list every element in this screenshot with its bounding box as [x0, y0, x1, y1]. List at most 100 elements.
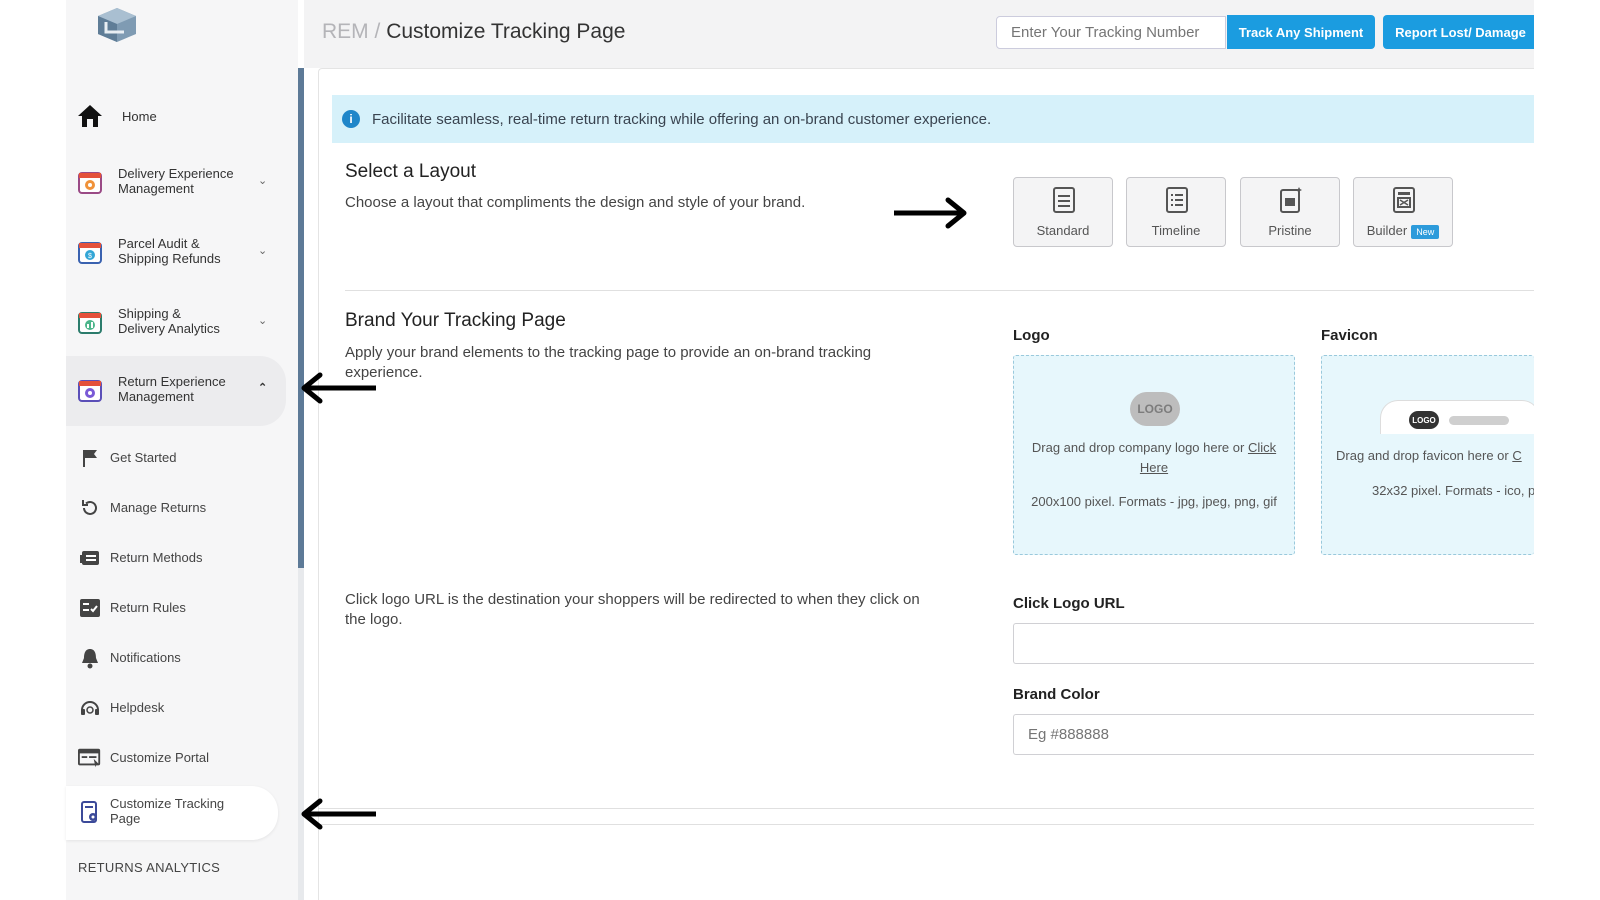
- favicon-tab-preview: LOGO: [1380, 400, 1540, 434]
- sidebar-item-shipping-analytics[interactable]: Shipping & Delivery Analytics ⌄: [66, 300, 286, 344]
- sidebar-subitem-notifications[interactable]: Notifications: [66, 634, 278, 682]
- sidebar-subitem-return-methods[interactable]: Return Methods: [66, 534, 278, 582]
- pristine-icon: [1280, 187, 1302, 213]
- logo-label: Logo: [1013, 327, 1050, 344]
- track-any-shipment-button[interactable]: Track Any Shipment: [1227, 15, 1375, 49]
- left-margin: [0, 0, 66, 900]
- arrow-left-annotation-icon: [301, 798, 376, 830]
- sidebar-subitem-label: Customize Portal: [110, 750, 209, 765]
- sidebar-subitem-get-started[interactable]: Get Started: [66, 434, 278, 482]
- breadcrumb-separator: /: [368, 20, 387, 43]
- logo-click-here-link[interactable]: Click: [1248, 440, 1276, 455]
- sidebar-subitem-label: Return Methods: [110, 550, 203, 565]
- logo-placeholder-text: LOGO: [1137, 402, 1173, 416]
- sidebar-item-label: Delivery Experience: [118, 166, 234, 181]
- sidebar-scrollbar-track[interactable]: [298, 568, 304, 900]
- tracking-number-input[interactable]: [996, 16, 1226, 49]
- sidebar-item-label: Management: [118, 389, 194, 404]
- new-badge: New: [1411, 224, 1440, 239]
- audit-icon: $: [76, 238, 104, 266]
- click-logo-description-line: the logo.: [345, 611, 403, 628]
- sidebar-item-return-experience[interactable]: Return Experience Management ⌃: [66, 356, 286, 426]
- favicon-dropzone[interactable]: LOGO Drag and drop favicon here or C 32x…: [1321, 355, 1540, 555]
- layout-option-timeline[interactable]: Timeline: [1126, 177, 1226, 247]
- rules-icon: [78, 596, 102, 620]
- methods-icon: [78, 546, 102, 570]
- chevron-up-icon: ⌃: [258, 382, 268, 394]
- sidebar-subitem-customize-tracking-page[interactable]: Customize Tracking Page: [66, 786, 278, 840]
- layout-section-title: Select a Layout: [345, 161, 476, 182]
- page-title: Customize Tracking Page: [386, 20, 626, 43]
- info-banner-text: Facilitate seamless, real-time return tr…: [372, 110, 992, 128]
- bell-icon: [78, 646, 102, 670]
- sidebar-item-parcel-audit[interactable]: $ Parcel Audit & Shipping Refunds ⌄: [66, 230, 286, 274]
- layout-option-label: Standard: [1036, 223, 1090, 238]
- sidebar-subitem-manage-returns[interactable]: Manage Returns: [66, 484, 278, 532]
- sidebar-item-label: Management: [118, 181, 194, 196]
- breadcrumb: REM / Customize Tracking Page: [322, 20, 625, 44]
- sidebar-subitem-label: Page: [110, 811, 141, 826]
- layout-option-builder[interactable]: Builder New: [1353, 177, 1453, 247]
- headset-icon: [78, 696, 102, 720]
- sidebar-subitem-helpdesk[interactable]: Helpdesk: [66, 684, 278, 732]
- sidebar-subitem-label: Manage Returns: [110, 500, 207, 515]
- sidebar-subitem-label: Notifications: [110, 650, 181, 665]
- sidebar-item-label: Shipping Refunds: [118, 251, 221, 266]
- layout-option-pristine[interactable]: Pristine: [1240, 177, 1340, 247]
- brand-color-input[interactable]: [1013, 714, 1534, 755]
- analytics-icon: [76, 308, 104, 336]
- portal-icon: [78, 746, 102, 770]
- builder-icon: [1393, 187, 1415, 213]
- section-heading-returns-analytics: RETURNS ANALYTICS: [78, 860, 221, 875]
- sidebar-subitem-return-rules[interactable]: Return Rules: [66, 584, 278, 632]
- return-icon: [76, 376, 104, 404]
- sidebar-subitem-customize-portal[interactable]: Customize Portal: [66, 734, 278, 782]
- favicon-click-here-link[interactable]: C: [1512, 448, 1521, 463]
- sidebar-subitem-label: Helpdesk: [110, 700, 165, 715]
- layout-option-label: Builder: [1366, 223, 1408, 238]
- section-divider: [345, 290, 1534, 291]
- brand-color-label: Brand Color: [1013, 686, 1100, 703]
- info-icon: i: [342, 110, 360, 128]
- sidebar-subitem-label: Return Rules: [110, 600, 186, 615]
- header-bar: REM / Customize Tracking Page Track Any …: [304, 0, 1538, 68]
- sidebar-item-label: Home: [122, 108, 157, 124]
- brand-section-description-line: Apply your brand elements to the trackin…: [345, 344, 872, 361]
- favicon-tab-title-bar: [1449, 416, 1509, 425]
- sidebar-item-home[interactable]: Home: [66, 96, 286, 136]
- logo-click-here-link[interactable]: Here: [1140, 460, 1168, 475]
- timeline-icon: [1166, 187, 1188, 213]
- sidebar-item-delivery-experience[interactable]: Delivery Experience Management ⌄: [66, 160, 286, 204]
- sidebar-item-label: Delivery Analytics: [118, 321, 220, 336]
- arrow-left-annotation-icon: [301, 372, 376, 404]
- refresh-icon: [78, 496, 102, 520]
- favicon-format-hint: 32x32 pixel. Formats - ico, p: [1372, 483, 1536, 498]
- click-logo-url-label: Click Logo URL: [1013, 595, 1125, 612]
- sidebar-subitem-label: Get Started: [110, 450, 177, 465]
- arrow-right-annotation-icon: [894, 197, 967, 229]
- footer-divider: [318, 808, 1534, 825]
- sidebar-item-label: Shipping &: [118, 306, 181, 321]
- layout-option-standard[interactable]: Standard: [1013, 177, 1113, 247]
- click-logo-url-input[interactable]: [1013, 623, 1534, 664]
- sidebar-scrollbar-thumb[interactable]: [298, 68, 304, 568]
- logo-placeholder-icon: LOGO: [1130, 392, 1180, 426]
- app-logo-icon[interactable]: [94, 6, 140, 44]
- brand-section-title: Brand Your Tracking Page: [345, 310, 566, 331]
- breadcrumb-root[interactable]: REM: [322, 20, 369, 43]
- logo-dropzone[interactable]: LOGO Drag and drop company logo here or …: [1013, 355, 1295, 555]
- favicon-label: Favicon: [1321, 327, 1378, 344]
- chevron-down-icon: ⌄: [258, 175, 268, 187]
- tracking-page-icon: [78, 801, 102, 825]
- chevron-down-icon: ⌄: [258, 245, 268, 257]
- svg-text:$: $: [88, 253, 92, 260]
- sidebar-item-label: Return Experience: [118, 374, 226, 389]
- flag-icon: [78, 446, 102, 470]
- layout-section-description: Choose a layout that compliments the des…: [345, 194, 806, 211]
- click-logo-description: Click logo URL is the destination your s…: [345, 590, 920, 630]
- report-lost-damage-button[interactable]: Report Lost/ Damage: [1383, 15, 1538, 49]
- sidebar-item-label: Parcel Audit &: [118, 236, 200, 251]
- favicon-drop-text: Drag and drop favicon here or: [1336, 448, 1513, 463]
- right-margin: [1534, 0, 1600, 900]
- page: Home Delivery Experience Management ⌄ $ …: [0, 0, 1600, 900]
